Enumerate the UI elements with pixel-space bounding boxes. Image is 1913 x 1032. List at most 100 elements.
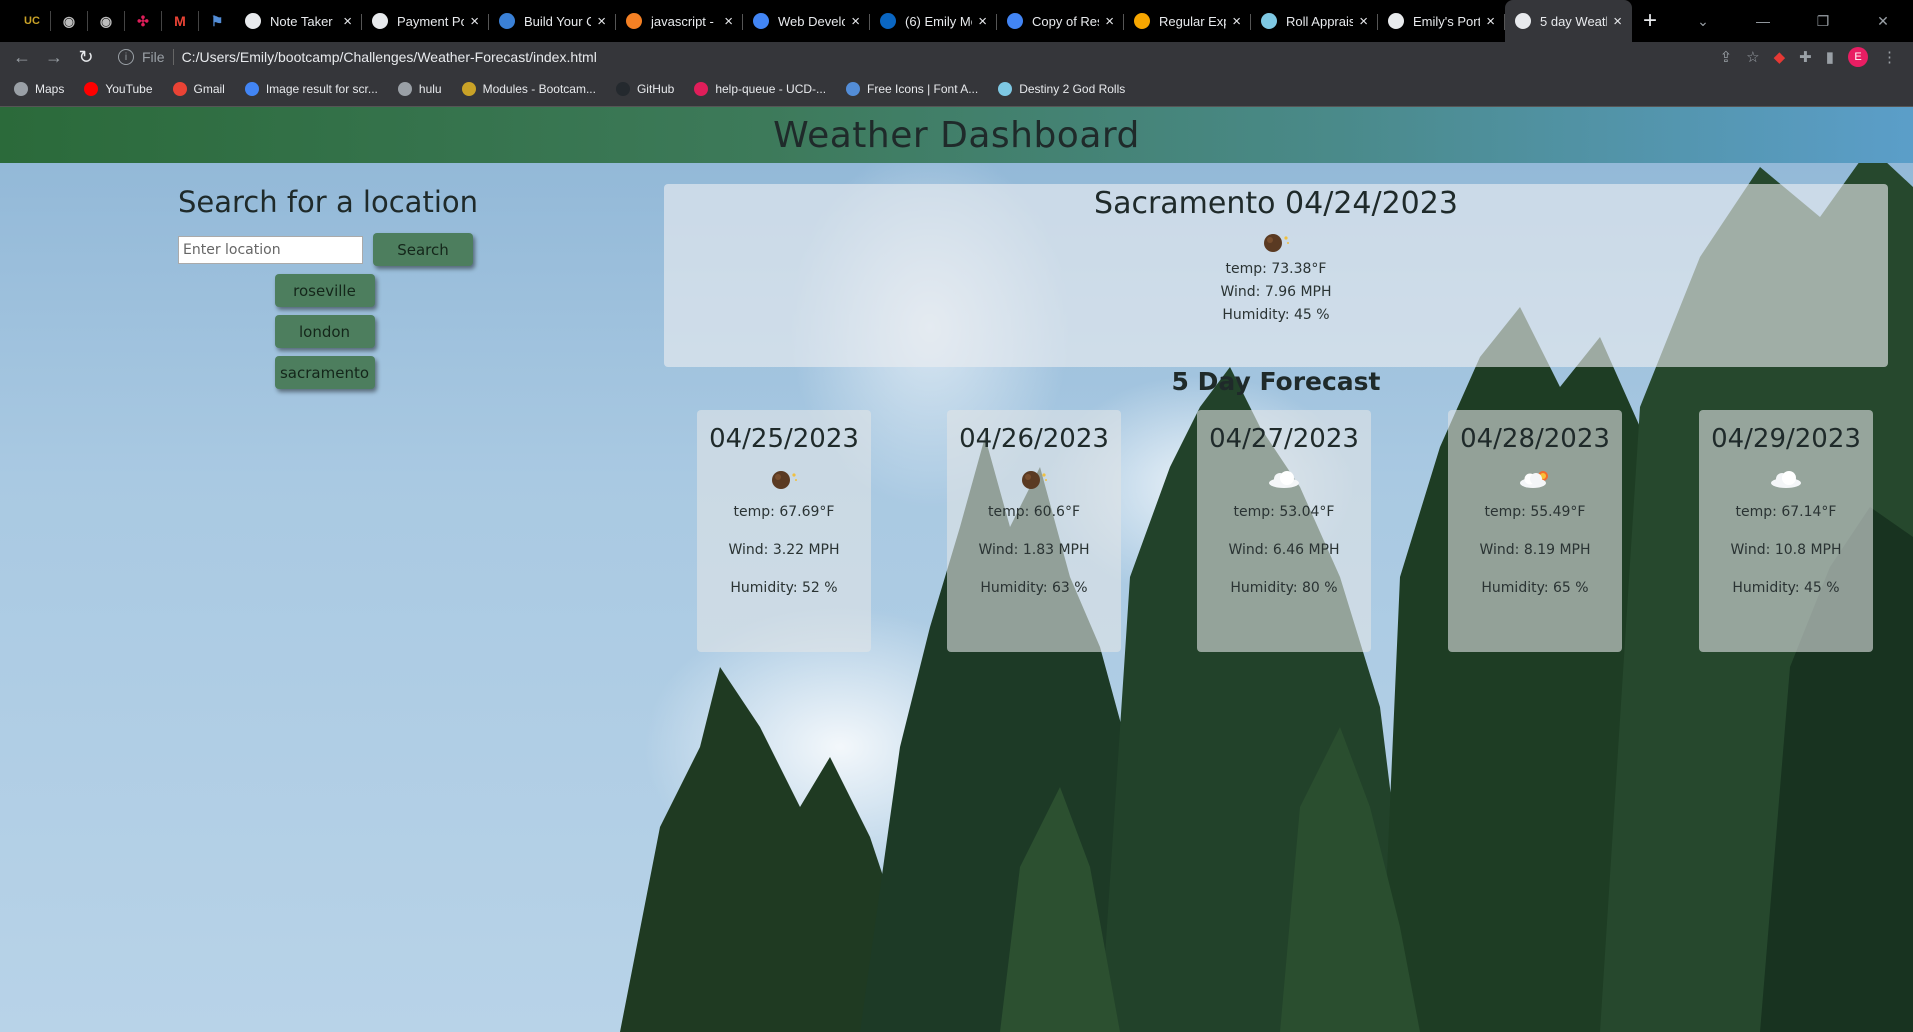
tab-search-icon[interactable]: ⌄	[1673, 0, 1733, 42]
uc-icon: UC	[24, 15, 40, 27]
browser-tab[interactable]: Build Your C ×	[489, 0, 616, 42]
tab-title: Roll Apprais	[1286, 13, 1354, 29]
close-tab-icon[interactable]: ×	[1486, 13, 1495, 30]
forecast-wind: Wind: 1.83 MPH	[978, 542, 1090, 558]
pinned-tab-gmail[interactable]: M	[162, 0, 198, 42]
bookmark-item[interactable]: Destiny 2 God Rolls	[998, 82, 1125, 96]
globe-icon	[14, 82, 28, 96]
toolbar-actions: ⇪ ☆ ◆ ✚ ▮ E ⋮	[1720, 47, 1913, 67]
bookmark-item[interactable]: YouTube	[84, 82, 153, 96]
extension-red-icon[interactable]: ◆	[1774, 48, 1786, 66]
pinned-tab-github-2[interactable]: ◉	[88, 0, 124, 42]
bookmark-item[interactable]: Free Icons | Font A...	[846, 82, 978, 96]
browser-tab[interactable]: javascript - I ×	[616, 0, 743, 42]
tab-title: Regular Exp	[1159, 13, 1227, 29]
profile-avatar[interactable]: E	[1848, 47, 1868, 67]
forecast-card: 04/25/2023 temp: 67.69°F Wind: 3.22 MPH …	[697, 410, 871, 652]
location-search-input[interactable]	[178, 235, 363, 264]
bookmark-item[interactable]: hulu	[397, 82, 442, 96]
current-weather-card: Sacramento 04/24/2023 temp: 73.38°F Wind…	[664, 184, 1888, 367]
browser-tab[interactable]: (6) Emily Mc ×	[870, 0, 997, 42]
close-tab-icon[interactable]: ×	[597, 13, 606, 30]
bookmark-item[interactable]: Maps	[14, 82, 64, 96]
tab-title: Copy of Res	[1032, 13, 1100, 29]
pinned-tabs: UC ◉ ◉ ✣ M ⚑	[0, 0, 235, 42]
forecast-temp: temp: 67.14°F	[1735, 504, 1837, 520]
close-tab-icon[interactable]: ×	[1613, 13, 1622, 30]
gmail-icon	[172, 82, 187, 96]
bookmarks-bar: Maps YouTube Gmail Image result for scr... h…	[0, 72, 1913, 107]
clear-night-icon	[1264, 234, 1289, 252]
maximize-icon[interactable]: ❐	[1793, 0, 1853, 42]
slack-icon: ✣	[137, 12, 149, 29]
history-button-sacramento[interactable]: sacramento	[274, 356, 375, 389]
new-tab-button[interactable]: +	[1632, 0, 1668, 42]
flag-icon: ⚑	[210, 12, 224, 29]
url-text[interactable]: C:/Users/Emily/bootcamp/Challenges/Weath…	[182, 49, 597, 65]
cloud-icon	[1771, 471, 1801, 488]
browser-tab[interactable]: Emily's Portf ×	[1378, 0, 1505, 42]
cloud-icon	[1269, 471, 1299, 488]
tab-title: Emily's Portf	[1413, 13, 1481, 29]
browser-tab[interactable]: Note Taker | ×	[235, 0, 362, 42]
close-tab-icon[interactable]: ×	[1105, 13, 1114, 30]
close-tab-icon[interactable]: ×	[978, 13, 987, 30]
search-heading: Search for a location	[178, 185, 478, 219]
partly-cloudy-icon	[1520, 471, 1548, 488]
close-tab-icon[interactable]: ×	[470, 13, 479, 30]
forecast-card: 04/28/2023 temp: 55.49°F Wind: 8.19 MPH …	[1448, 410, 1622, 652]
bookmark-item[interactable]: Modules - Bootcam...	[461, 82, 596, 96]
bookmark-label: Image result for scr...	[265, 82, 378, 96]
browser-tab[interactable]: Payment Po ×	[362, 0, 489, 42]
info-icon[interactable]: i	[118, 49, 134, 65]
forecast-humidity: Humidity: 65 %	[1481, 580, 1589, 596]
tab-title: 5 day Weath	[1540, 13, 1608, 29]
bookmark-label: Destiny 2 God Rolls	[1019, 82, 1126, 96]
extensions-puzzle-icon[interactable]: ✚	[1799, 48, 1812, 66]
close-window-icon[interactable]: ✕	[1853, 0, 1913, 42]
close-tab-icon[interactable]: ×	[724, 13, 733, 30]
history-button-roseville[interactable]: roseville	[274, 274, 375, 307]
back-button[interactable]: ←	[6, 42, 38, 72]
forecast-temp: temp: 53.04°F	[1233, 504, 1335, 520]
forecast-humidity: Humidity: 52 %	[730, 580, 838, 596]
forecast-card: 04/26/2023 temp: 60.6°F Wind: 1.83 MPH H…	[947, 410, 1121, 652]
close-tab-icon[interactable]: ×	[851, 13, 860, 30]
bookmark-star-icon[interactable]: ☆	[1746, 48, 1759, 66]
browser-tab[interactable]: Web Develo ×	[743, 0, 870, 42]
share-icon[interactable]: ⇪	[1720, 48, 1733, 66]
bookmark-item[interactable]: Gmail	[172, 82, 225, 96]
forecast-card: 04/29/2023 temp: 67.14°F Wind: 10.8 MPH …	[1699, 410, 1873, 652]
close-tab-icon[interactable]: ×	[343, 13, 352, 30]
forecast-wind: Wind: 3.22 MPH	[728, 542, 840, 558]
arrow-right-icon: →	[45, 46, 63, 67]
search-button[interactable]: Search	[373, 233, 473, 266]
browser-tab[interactable]: 5 day Weath ×	[1505, 0, 1632, 42]
close-tab-icon[interactable]: ×	[1359, 13, 1368, 30]
minimize-icon[interactable]: —	[1733, 0, 1793, 42]
browser-tab[interactable]: Copy of Res ×	[997, 0, 1124, 42]
pinned-tab-uc[interactable]: UC	[14, 0, 50, 42]
pinned-tab-slack[interactable]: ✣	[125, 0, 161, 42]
destiny-icon	[1261, 13, 1277, 29]
pinned-tab-flag[interactable]: ⚑	[199, 0, 235, 42]
bookmark-item[interactable]: Image result for scr...	[244, 82, 378, 96]
pinned-tab-github[interactable]: ◉	[51, 0, 87, 42]
page-title: Weather Dashboard	[773, 114, 1140, 156]
close-tab-icon[interactable]: ×	[1232, 13, 1241, 30]
address-bar[interactable]: i File C:/Users/Emily/bootcamp/Challenge…	[108, 44, 1638, 70]
reload-button[interactable]: ↻	[70, 42, 102, 72]
tab-strip: Note Taker | × Payment Po × Build Your C × jav…	[235, 0, 1632, 42]
menu-kebab-icon[interactable]: ⋮	[1882, 48, 1897, 66]
history-button-london[interactable]: london	[274, 315, 375, 348]
forward-button[interactable]: →	[38, 42, 70, 72]
tab-title: (6) Emily Mc	[905, 13, 973, 29]
github-icon: ◉	[99, 12, 113, 29]
uc-icon	[461, 82, 476, 96]
bookmark-item[interactable]: GitHub	[615, 82, 674, 96]
globe-icon	[1515, 13, 1531, 29]
bookmark-item[interactable]: help-queue - UCD-...	[694, 82, 826, 96]
side-panel-icon[interactable]: ▮	[1826, 48, 1834, 66]
browser-tab[interactable]: Regular Exp ×	[1124, 0, 1251, 42]
browser-tab[interactable]: Roll Apprais ×	[1251, 0, 1378, 42]
